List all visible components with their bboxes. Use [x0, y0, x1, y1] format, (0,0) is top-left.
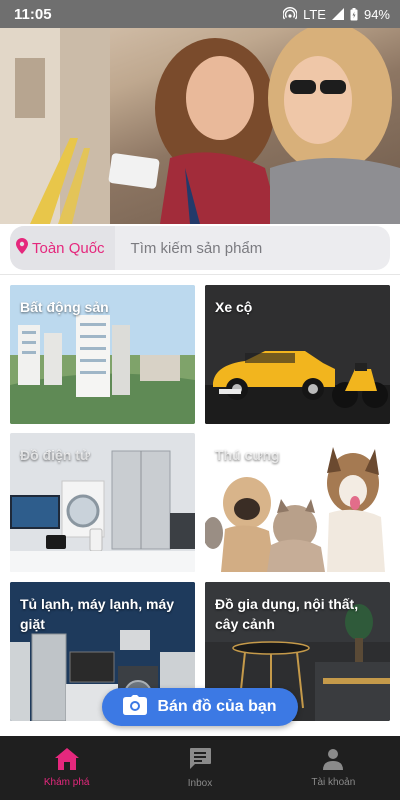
category-label: Thú cưng: [215, 447, 280, 463]
account-icon: [322, 748, 344, 773]
hotspot-icon: [283, 7, 298, 21]
category-label: Đồ gia dụng, nội thất, cây cảnh: [215, 596, 359, 632]
nav-inbox[interactable]: Inbox: [133, 736, 266, 800]
status-bar: 11:05 LTE 94%: [0, 0, 400, 28]
battery-icon: [350, 7, 358, 21]
bottom-navigation: Khám phá Inbox Tài khoản: [0, 736, 400, 800]
nav-label: Tài khoản: [311, 777, 356, 788]
category-label: Tủ lạnh, máy lạnh, máy giặt: [20, 596, 175, 632]
chat-icon: [188, 747, 212, 774]
nav-label: Inbox: [187, 778, 213, 789]
category-card-vehicles[interactable]: Xe cộ: [205, 285, 390, 424]
camera-icon: [123, 694, 148, 720]
location-label: Toàn Quốc: [32, 239, 105, 257]
network-label: LTE: [303, 6, 326, 22]
status-time: 11:05: [14, 5, 52, 23]
category-label: Xe cộ: [215, 299, 253, 315]
nav-explore[interactable]: Khám phá: [0, 736, 133, 800]
nav-account[interactable]: Tài khoản: [267, 736, 400, 800]
signal-icon: [331, 8, 344, 20]
location-selector[interactable]: Toàn Quốc: [10, 226, 115, 270]
sell-button-label: Bán đồ của bạn: [157, 698, 277, 715]
battery-level: 94%: [363, 6, 390, 22]
category-card-electronics[interactable]: Đồ điện tử: [10, 433, 195, 572]
category-label: Bất động sản: [20, 299, 109, 315]
sell-button[interactable]: Bán đồ của bạn: [102, 688, 298, 726]
home-icon: [54, 748, 79, 773]
divider: [0, 274, 400, 275]
hero-banner: [0, 28, 400, 224]
nav-label: Khám phá: [43, 777, 90, 788]
search-bar[interactable]: Toàn Quốc Tìm kiếm sản phẩm: [10, 226, 390, 270]
search-input[interactable]: Tìm kiếm sản phẩm: [115, 240, 263, 257]
status-icons: LTE 94%: [283, 7, 390, 22]
hero-illustration: [0, 28, 400, 224]
category-card-real-estate[interactable]: Bất động sản: [10, 285, 195, 424]
category-label: Đồ điện tử: [20, 447, 91, 463]
location-pin-icon: [16, 238, 28, 258]
category-card-pets[interactable]: Thú cưng: [205, 433, 390, 572]
